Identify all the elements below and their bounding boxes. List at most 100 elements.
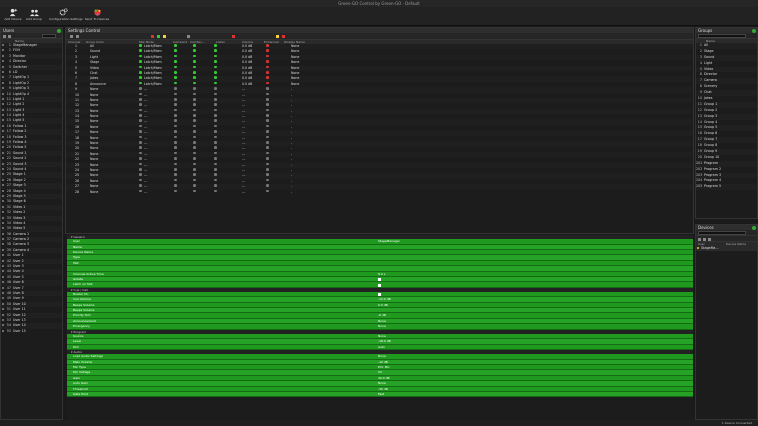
listen-toggle[interactable]: [214, 76, 217, 79]
devices-col-user[interactable]: User: [698, 242, 705, 246]
call-receive-toggle[interactable]: [193, 87, 196, 90]
tool-arrow-icon[interactable]: [187, 34, 191, 38]
call-send-toggle[interactable]: [174, 151, 177, 155]
listen-toggle[interactable]: [214, 81, 217, 85]
call-receive-toggle[interactable]: [193, 130, 196, 133]
devices-col-name[interactable]: Device Name: [726, 242, 746, 246]
call-send-toggle[interactable]: [174, 130, 177, 133]
tool-yellow-icon[interactable]: [163, 34, 167, 38]
call-receive-toggle[interactable]: [193, 44, 196, 47]
enhanced-toggle[interactable]: [266, 146, 269, 150]
listen-toggle[interactable]: [214, 60, 217, 63]
call-send-toggle[interactable]: [174, 173, 177, 176]
call-receive-toggle[interactable]: [193, 141, 196, 144]
tool-stop-icon[interactable]: [231, 34, 235, 38]
listen-toggle[interactable]: [214, 92, 217, 96]
talk-mode-cell[interactable]: -.-: [144, 190, 147, 195]
listen-toggle[interactable]: [214, 65, 217, 69]
enhanced-toggle[interactable]: [266, 97, 269, 101]
call-send-toggle[interactable]: [174, 60, 177, 63]
listen-toggle[interactable]: [214, 146, 217, 150]
listen-toggle[interactable]: [214, 157, 217, 160]
call-send-toggle[interactable]: [174, 119, 177, 123]
call-receive-toggle[interactable]: [193, 70, 196, 74]
call-send-toggle[interactable]: [174, 146, 177, 150]
user-list-item[interactable]: 55 User 15: [1, 329, 62, 334]
property-checkbox[interactable]: [378, 283, 381, 287]
filter-icon[interactable]: [8, 34, 11, 38]
call-send-toggle[interactable]: [174, 103, 177, 106]
property-row[interactable]: Emergency None: [67, 324, 693, 330]
volume-cell[interactable]: -.-: [242, 190, 245, 195]
enhanced-toggle[interactable]: [266, 162, 269, 166]
property-checkbox[interactable]: [378, 293, 381, 297]
call-receive-toggle[interactable]: [193, 162, 196, 166]
add-device-button[interactable]: Add Device: [3, 8, 23, 25]
call-send-toggle[interactable]: [174, 44, 177, 47]
property-value[interactable]: Fast: [378, 392, 384, 397]
listen-toggle[interactable]: [214, 119, 217, 123]
user-tool-icon[interactable]: [3, 34, 6, 38]
call-receive-toggle[interactable]: [193, 103, 196, 106]
call-send-toggle[interactable]: [174, 76, 177, 79]
device-link-icon[interactable]: [708, 237, 711, 241]
call-receive-toggle[interactable]: [193, 54, 196, 58]
listen-toggle[interactable]: [214, 108, 217, 112]
panel-close-icon[interactable]: [752, 225, 756, 230]
tool-delete-icon[interactable]: [282, 34, 286, 38]
call-receive-toggle[interactable]: [193, 92, 196, 96]
property-row[interactable]: Dim Auto: [67, 344, 693, 350]
call-receive-toggle[interactable]: [193, 173, 196, 176]
call-receive-toggle[interactable]: [193, 49, 196, 52]
tool-green-icon[interactable]: [156, 34, 160, 38]
call-receive-toggle[interactable]: [193, 119, 196, 123]
configuration-settings-button[interactable]: Configuration Settings: [49, 8, 83, 25]
call-receive-toggle[interactable]: [193, 151, 196, 155]
listen-toggle[interactable]: [214, 130, 217, 133]
call-receive-toggle[interactable]: [193, 146, 196, 150]
call-receive-toggle[interactable]: [193, 135, 196, 139]
call-receive-toggle[interactable]: [193, 189, 196, 193]
tool-star-icon[interactable]: [275, 34, 279, 38]
call-send-toggle[interactable]: [174, 157, 177, 160]
listen-toggle[interactable]: [214, 178, 217, 182]
call-receive-toggle[interactable]: [193, 178, 196, 182]
device-refresh-icon[interactable]: [703, 237, 706, 241]
property-row[interactable]: Gate Hold Fast: [67, 391, 693, 398]
listen-toggle[interactable]: [214, 97, 217, 101]
channel-row[interactable]: 28 None -.- -.- -: [66, 189, 693, 195]
listen-toggle[interactable]: [214, 87, 217, 90]
listen-toggle[interactable]: [214, 135, 217, 139]
enhanced-toggle[interactable]: [266, 124, 269, 128]
call-send-toggle[interactable]: [174, 97, 177, 101]
call-receive-toggle[interactable]: [193, 124, 196, 128]
listen-toggle[interactable]: [214, 162, 217, 166]
enhanced-toggle[interactable]: [266, 87, 269, 90]
listen-toggle[interactable]: [214, 114, 217, 117]
group-list-item[interactable]: 205 Program 5: [696, 184, 757, 191]
listen-toggle[interactable]: [214, 44, 217, 47]
call-send-toggle[interactable]: [174, 92, 177, 96]
listen-toggle[interactable]: [214, 141, 217, 144]
listen-toggle[interactable]: [214, 49, 217, 52]
call-send-toggle[interactable]: [174, 189, 177, 193]
enhanced-toggle[interactable]: [266, 151, 269, 155]
call-send-toggle[interactable]: [174, 114, 177, 117]
group-name-cell[interactable]: None: [90, 190, 98, 195]
property-value[interactable]: Auto: [378, 345, 385, 350]
enhanced-toggle[interactable]: [266, 173, 269, 176]
enhanced-toggle[interactable]: [266, 189, 269, 193]
listen-toggle[interactable]: [214, 189, 217, 193]
enhanced-toggle[interactable]: [266, 76, 269, 79]
call-send-toggle[interactable]: [174, 184, 177, 187]
call-send-toggle[interactable]: [174, 135, 177, 139]
call-send-toggle[interactable]: [174, 49, 177, 52]
tool-red-icon[interactable]: [150, 34, 154, 38]
enhanced-toggle[interactable]: [266, 44, 269, 47]
enhanced-toggle[interactable]: [266, 65, 269, 69]
listen-toggle[interactable]: [214, 173, 217, 176]
enhanced-toggle[interactable]: [266, 184, 269, 187]
listen-toggle[interactable]: [214, 151, 217, 155]
property-checkbox[interactable]: [378, 278, 381, 282]
call-receive-toggle[interactable]: [193, 108, 196, 112]
